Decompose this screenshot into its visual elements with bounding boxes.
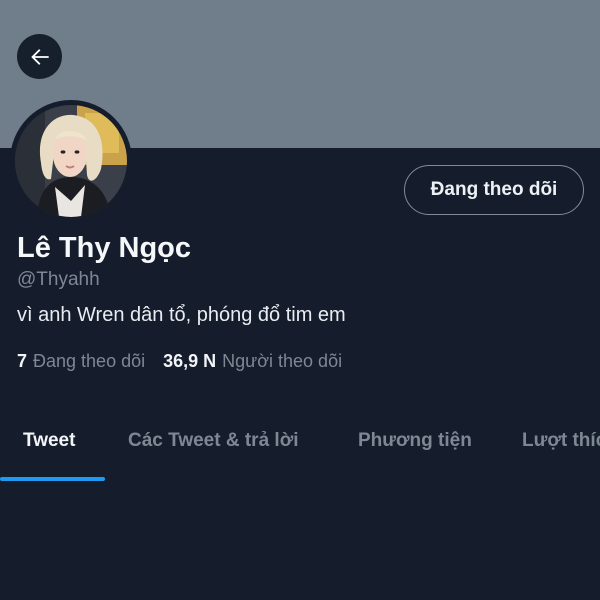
following-stat-link[interactable]: 7 Đang theo dõi <box>17 351 145 372</box>
profile-page: Đang theo dõi Lê Thy Ngọc @Thyahh vì anh… <box>0 0 600 600</box>
profile-stats: 7 Đang theo dõi 36,9 N Người theo dõi <box>17 351 342 372</box>
following-button[interactable]: Đang theo dõi <box>404 165 584 215</box>
back-button[interactable] <box>17 34 62 79</box>
tab-tweets[interactable]: Tweet <box>23 430 75 452</box>
arrow-left-icon <box>27 44 53 70</box>
tab-tweets-and-replies[interactable]: Các Tweet & trả lời <box>128 430 298 452</box>
profile-name: Lê Thy Ngọc <box>17 232 192 264</box>
avatar[interactable] <box>10 100 132 222</box>
profile-bio: vì anh Wren dân tổ, phóng đổ tim em <box>17 304 346 326</box>
following-label: Đang theo dõi <box>33 351 146 371</box>
following-count: 7 <box>17 351 28 371</box>
profile-handle: @Thyahh <box>17 269 100 290</box>
avatar-photo <box>15 105 127 217</box>
followers-count: 36,9 N <box>163 351 217 371</box>
active-tab-indicator <box>0 477 105 481</box>
followers-label: Người theo dõi <box>222 351 343 371</box>
followers-stat-link[interactable]: 36,9 N Người theo dõi <box>163 351 342 372</box>
profile-tabs: Tweet Các Tweet & trả lời Phương tiện Lư… <box>0 430 600 482</box>
tab-media[interactable]: Phương tiện <box>358 430 472 452</box>
tab-likes[interactable]: Lượt thích <box>522 430 600 452</box>
